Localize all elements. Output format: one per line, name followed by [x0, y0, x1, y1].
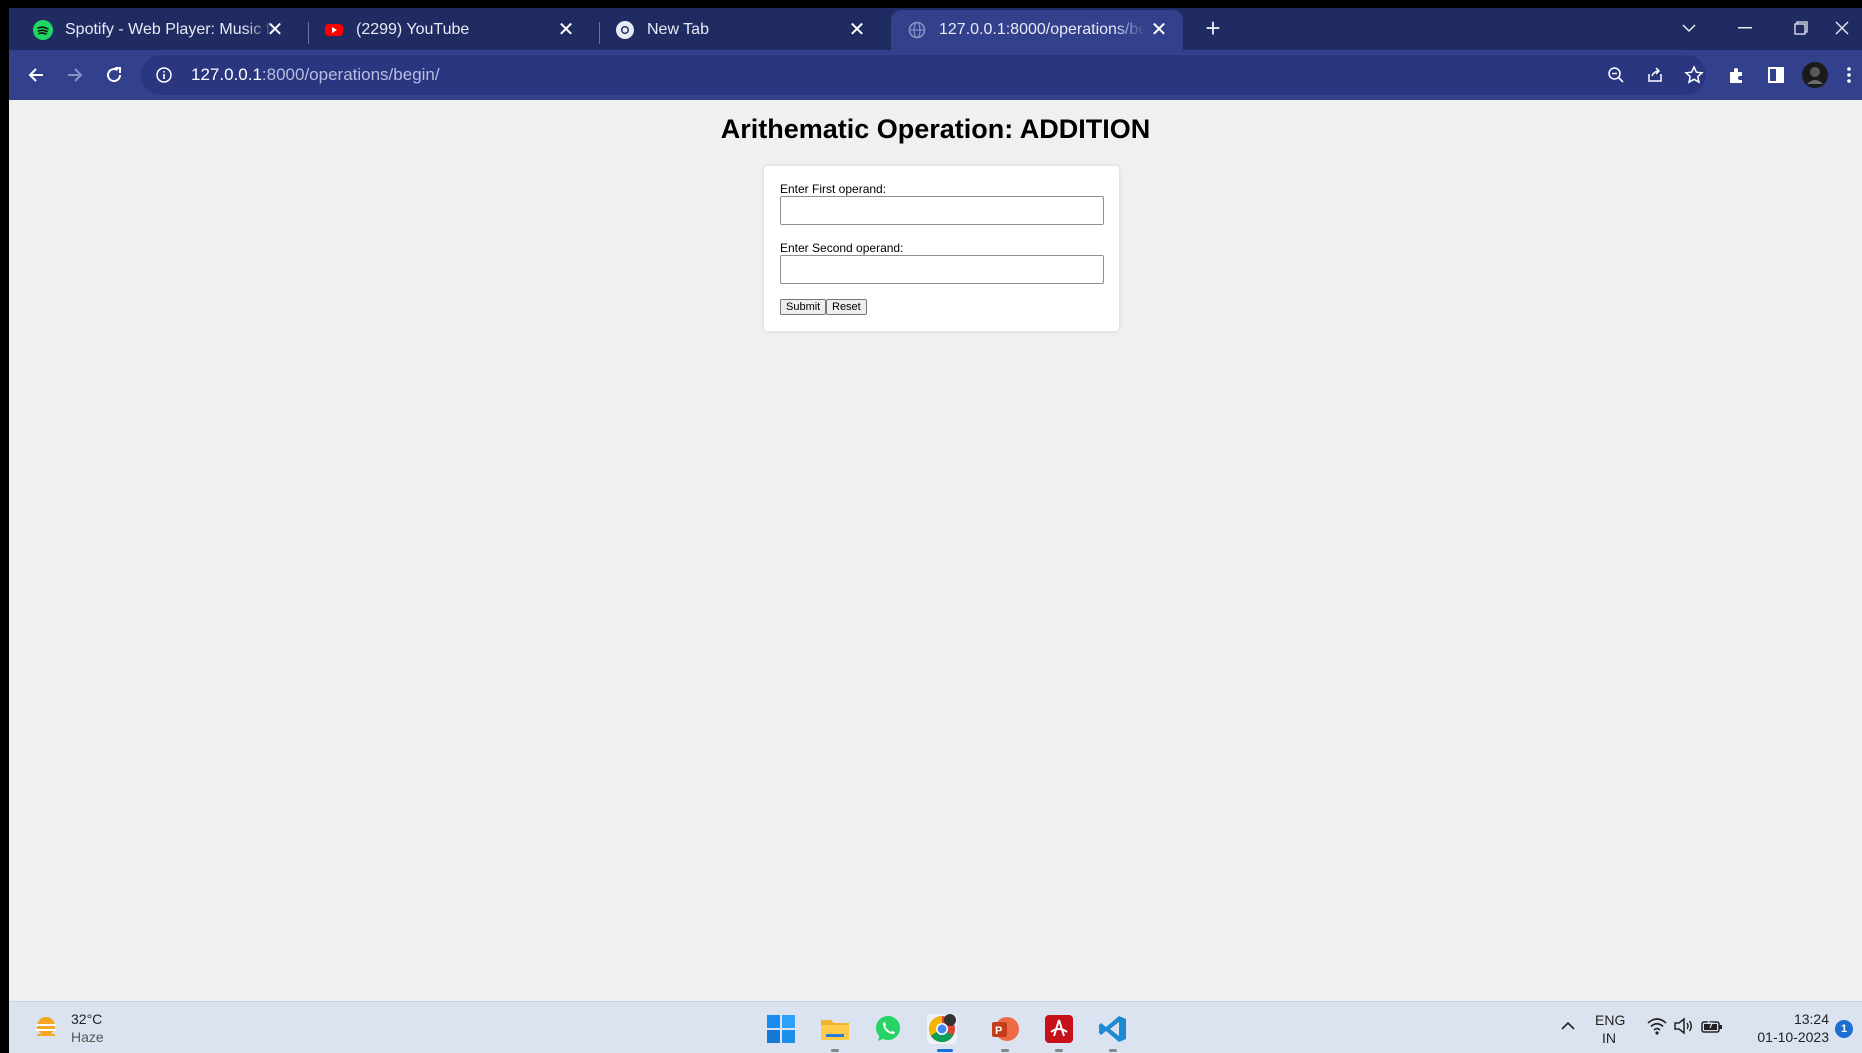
clock-time[interactable]: 13:24 — [1785, 1011, 1829, 1027]
running-indicator — [1001, 1049, 1009, 1052]
submit-button[interactable]: Submit — [780, 299, 827, 315]
svg-text:P: P — [995, 1025, 1002, 1037]
reset-button[interactable]: Reset — [826, 299, 867, 315]
whatsapp-icon[interactable] — [873, 1014, 903, 1044]
globe-icon — [907, 20, 927, 40]
back-icon[interactable] — [21, 60, 51, 90]
extensions-icon[interactable] — [1722, 60, 1752, 90]
taskbar: 32°C Haze P ENG IN 13:24 01-10-2023 1 — [9, 1001, 1862, 1053]
running-indicator — [1109, 1049, 1117, 1052]
page-viewport: Arithematic Operation: ADDITION Enter Fi… — [9, 100, 1862, 1001]
running-indicator — [1055, 1049, 1063, 1052]
spotify-icon — [33, 20, 53, 40]
weather-temperature[interactable]: 32°C — [71, 1011, 102, 1027]
page-title: Arithematic Operation: ADDITION — [720, 114, 1151, 144]
url-path: :8000/operations/begin/ — [261, 65, 440, 84]
new-tab-button[interactable]: + — [1193, 8, 1233, 48]
screen: Spotify - Web Player: Music for everyone… — [0, 0, 1862, 1053]
url-text[interactable]: 127.0.0.1:8000/operations/begin/ — [191, 65, 440, 85]
chrome-icon — [615, 20, 635, 40]
tab-youtube[interactable]: (2299) YouTube ✕ — [300, 10, 590, 50]
close-icon[interactable]: ✕ — [1149, 20, 1169, 40]
operand-form: Enter First operand: Enter Second operan… — [764, 166, 1119, 331]
share-icon[interactable] — [1646, 66, 1664, 89]
first-operand-input[interactable] — [780, 196, 1104, 225]
tab-title: (2299) YouTube — [356, 21, 470, 38]
second-operand-input[interactable] — [780, 255, 1104, 284]
close-window-icon[interactable] — [1819, 8, 1862, 48]
url-host: 127.0.0.1 — [191, 65, 262, 84]
second-operand-label: Enter Second operand: — [780, 241, 904, 255]
vscode-icon[interactable] — [1098, 1014, 1128, 1044]
youtube-icon — [324, 20, 344, 40]
powerpoint-icon[interactable]: P — [990, 1014, 1020, 1044]
forward-icon[interactable] — [60, 60, 90, 90]
minimize-icon[interactable] — [1717, 8, 1773, 48]
weather-haze-icon[interactable] — [33, 1015, 59, 1041]
chevron-up-icon[interactable] — [1561, 1018, 1575, 1036]
file-explorer-icon[interactable] — [820, 1014, 850, 1044]
battery-icon[interactable] — [1701, 1017, 1723, 1040]
tab-search-icon[interactable] — [1661, 8, 1717, 48]
wifi-icon[interactable] — [1647, 1017, 1667, 1040]
browser-toolbar: 127.0.0.1:8000/operations/begin/ — [9, 50, 1862, 100]
address-bar[interactable]: 127.0.0.1:8000/operations/begin/ — [141, 55, 1706, 95]
bookmark-star-icon[interactable] — [1684, 65, 1704, 90]
notification-badge[interactable]: 1 — [1835, 1020, 1853, 1038]
close-icon[interactable]: ✕ — [847, 20, 867, 40]
menu-kebab-icon[interactable] — [1841, 60, 1857, 90]
clock-date[interactable]: 01-10-2023 — [1745, 1029, 1829, 1045]
acrobat-icon[interactable] — [1044, 1014, 1074, 1044]
side-panel-icon[interactable] — [1761, 60, 1791, 90]
zoom-icon[interactable] — [1607, 66, 1625, 89]
close-icon[interactable]: ✕ — [265, 20, 285, 40]
tab-title: Spotify - Web Player: Music for everyone — [65, 21, 275, 38]
language-region[interactable]: IN — [1602, 1030, 1616, 1046]
profile-avatar[interactable] — [1800, 60, 1830, 90]
language-indicator[interactable]: ENG — [1595, 1012, 1625, 1028]
running-indicator — [831, 1049, 839, 1052]
first-operand-label: Enter First operand: — [780, 182, 887, 196]
chrome-icon[interactable] — [927, 1014, 957, 1044]
tab-new-tab[interactable]: New Tab ✕ — [591, 10, 881, 50]
tab-spotify[interactable]: Spotify - Web Player: Music for everyone… — [9, 10, 299, 50]
tab-title: 127.0.0.1:8000/operations/begin/ — [939, 21, 1145, 38]
reload-icon[interactable] — [99, 60, 129, 90]
tab-title: New Tab — [647, 21, 709, 38]
active-indicator — [937, 1049, 953, 1052]
volume-icon[interactable] — [1673, 1017, 1693, 1040]
tab-active-localhost[interactable]: 127.0.0.1:8000/operations/begin/ ✕ — [891, 10, 1183, 50]
weather-description[interactable]: Haze — [71, 1029, 104, 1045]
tab-strip: Spotify - Web Player: Music for everyone… — [9, 8, 1862, 50]
close-icon[interactable]: ✕ — [556, 20, 576, 40]
info-icon[interactable] — [155, 66, 173, 89]
windows-start-icon[interactable] — [766, 1014, 796, 1044]
